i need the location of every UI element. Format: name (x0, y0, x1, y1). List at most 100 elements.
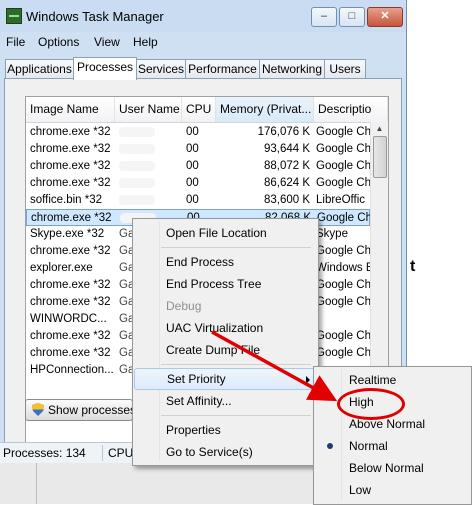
table-row[interactable]: chrome.exe *32 00 93,644 K Google Ch (26, 141, 371, 158)
redacted-user-name (119, 127, 155, 137)
tab-networking[interactable]: Networking (259, 59, 325, 79)
process-image-name: chrome.exe *32 (31, 212, 112, 224)
process-cpu: 00 (186, 126, 199, 138)
tab-processes[interactable]: Processes (73, 57, 137, 80)
process-memory: 86,624 K (263, 177, 310, 189)
menu-item-set-affinity[interactable]: Set Affinity... (134, 390, 317, 412)
menu-item-label: Create Dump File (166, 343, 261, 357)
process-cpu: 00 (186, 194, 199, 206)
process-image-name: chrome.exe *32 (30, 126, 111, 138)
process-description: Google Ch (316, 279, 371, 291)
menu-bar: File Options View Help (0, 32, 406, 52)
process-description: Google Ch (316, 143, 371, 155)
menu-item-end-process[interactable]: End Process (134, 251, 317, 273)
column-memory[interactable]: Memory (Privat... (216, 97, 314, 122)
process-cpu: 00 (186, 177, 199, 189)
redacted-user-name (119, 195, 155, 205)
priority-label: Below Normal (349, 461, 424, 475)
table-row[interactable]: soffice.bin *32 00 83,600 K LibreOffic (26, 192, 370, 209)
menu-item-label: Set Affinity... (166, 394, 232, 408)
tab-performance[interactable]: Performance (185, 59, 260, 79)
menu-file[interactable]: File (6, 35, 25, 49)
menu-help[interactable]: Help (133, 35, 158, 49)
process-image-name: chrome.exe *32 (30, 177, 111, 189)
process-image-name: explorer.exe (30, 262, 93, 274)
process-description (316, 311, 376, 328)
tab-services[interactable]: Services (136, 59, 186, 79)
process-description: Skype (316, 228, 348, 240)
menu-item-label: End Process Tree (166, 277, 262, 291)
process-context-menu: Open File Location End Process End Process… (132, 218, 319, 466)
table-row[interactable]: chrome.exe *32 00 88,072 K Google Ch (26, 158, 371, 175)
title-bar[interactable]: Windows Task Manager – □ ✕ (0, 0, 406, 32)
menu-separator (161, 247, 311, 248)
process-memory: 93,644 K (263, 143, 310, 155)
redacted-user-name (119, 144, 155, 154)
process-image-name: chrome.exe *32 (30, 330, 111, 342)
submenu-arrow-icon (306, 376, 310, 384)
process-cpu: 00 (186, 160, 199, 172)
menu-item-open-file-location[interactable]: Open File Location (134, 222, 317, 244)
menu-item-create-dump-file[interactable]: Create Dump File (134, 339, 317, 361)
scrollbar-thumb[interactable] (373, 136, 387, 178)
close-button[interactable]: ✕ (367, 7, 403, 27)
process-description: Google Ch (316, 330, 371, 342)
set-priority-submenu: Realtime High Above Normal Normal Below Norm… (313, 366, 472, 505)
task-manager-app-icon (6, 8, 22, 24)
menu-item-end-process-tree[interactable]: End Process Tree (134, 273, 317, 295)
process-image-name: chrome.exe *32 (30, 296, 111, 308)
process-description: Google Ch (316, 160, 371, 172)
table-row[interactable]: chrome.exe *32 00 86,624 K Google Ch (26, 175, 371, 192)
process-image-name: chrome.exe *32 (30, 245, 111, 257)
process-image-name: chrome.exe *32 (30, 160, 111, 172)
process-cpu: 00 (186, 143, 199, 155)
menu-item-label: UAC Virtualization (166, 321, 264, 335)
process-description: LibreOffic (316, 194, 366, 206)
menu-separator (161, 415, 311, 416)
scroll-up-icon[interactable]: ▲ (371, 122, 388, 135)
window-title: Windows Task Manager (26, 9, 164, 24)
process-description: Google Ch (316, 177, 371, 189)
process-image-name: soffice.bin *32 (30, 194, 103, 206)
process-description: Google Ch (316, 347, 371, 359)
show-processes-label: Show processes f (48, 403, 133, 417)
menu-item-set-priority[interactable]: Set Priority (134, 368, 317, 390)
process-description: Windows E (316, 262, 374, 274)
priority-label: Normal (349, 439, 388, 453)
priority-low[interactable]: Low (315, 479, 470, 501)
menu-item-go-to-service-s[interactable]: Go to Service(s) (134, 441, 317, 463)
process-image-name: chrome.exe *32 (30, 143, 111, 155)
process-description: Google Ch (316, 126, 371, 138)
menu-item-label: Properties (166, 423, 221, 437)
tab-users[interactable]: Users (324, 59, 366, 79)
table-row[interactable]: chrome.exe *32 00 176,076 K Google Ch (26, 124, 371, 141)
process-memory: 83,600 K (263, 194, 310, 206)
annotation-highlight-ellipse (337, 388, 405, 420)
menu-view[interactable]: View (94, 35, 120, 49)
process-memory: 88,072 K (263, 160, 310, 172)
priority-realtime[interactable]: Realtime (315, 369, 470, 391)
column-description[interactable]: Descriptio (314, 97, 388, 122)
column-user-name[interactable]: User Name (115, 97, 182, 122)
column-image-name[interactable]: Image Name (26, 97, 115, 122)
tab-applications[interactable]: Applications (5, 59, 74, 79)
menu-options[interactable]: Options (38, 35, 79, 49)
redacted-user-name (119, 178, 155, 188)
priority-normal[interactable]: Normal (315, 435, 470, 457)
menu-item-debug: Debug (134, 295, 317, 317)
show-processes-all-users-button[interactable]: Show processes f (25, 399, 133, 421)
process-description: Google Ch (316, 296, 371, 308)
status-process-count: Processes: 134 (3, 446, 86, 460)
menu-item-uac-virtualization[interactable]: UAC Virtualization (134, 317, 317, 339)
menu-item-properties[interactable]: Properties (134, 419, 317, 441)
process-memory: 176,076 K (257, 126, 310, 138)
status-cpu-usage: CPU (108, 446, 134, 460)
process-image-name: chrome.exe *32 (30, 279, 111, 291)
minimize-button[interactable]: – (311, 7, 337, 27)
column-cpu[interactable]: CPU (182, 97, 216, 122)
menu-separator (161, 364, 311, 365)
maximize-button[interactable]: □ (339, 7, 365, 27)
priority-below-normal[interactable]: Below Normal (315, 457, 470, 479)
radio-bullet-icon (327, 443, 333, 449)
process-image-name: Skype.exe *32 (30, 228, 105, 240)
